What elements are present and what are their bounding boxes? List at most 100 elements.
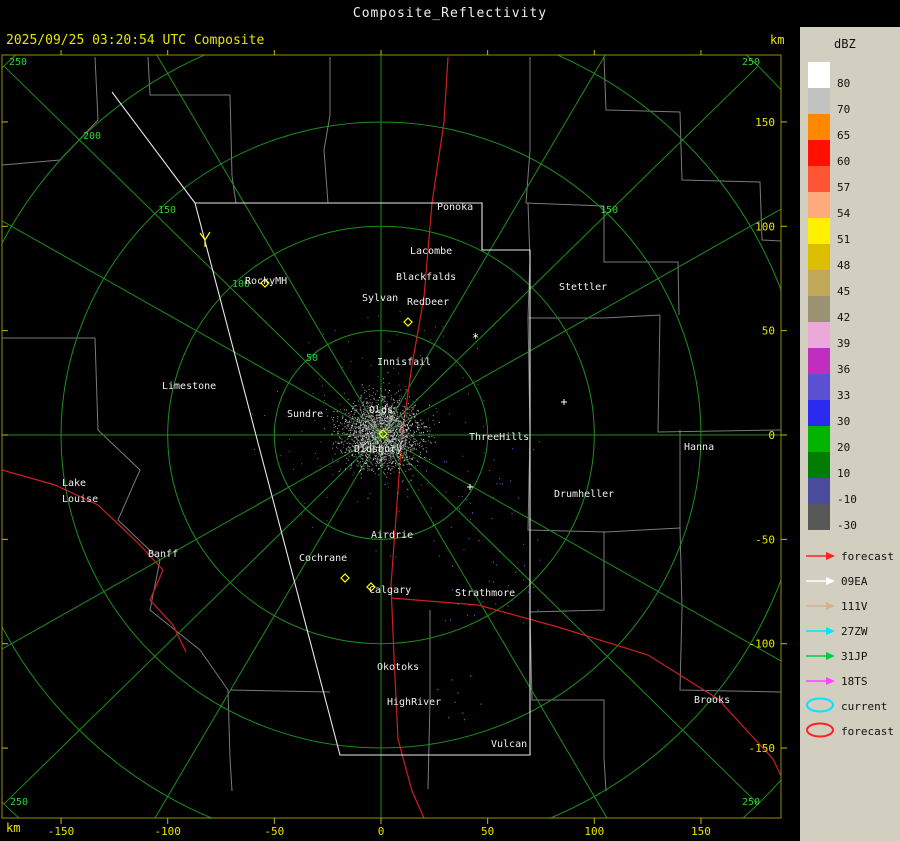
track-arrow-icon (804, 572, 838, 591)
dbz-swatch (808, 244, 830, 270)
ring-distance-label: 250 (742, 797, 760, 808)
dbz-swatch (808, 62, 830, 88)
city-label: Louise (62, 494, 98, 505)
city-label: HighRiver (387, 697, 441, 708)
track-ellipse: forecast (800, 719, 900, 744)
x-axis-label: 0 (378, 825, 385, 838)
azimuth-spoke (0, 174, 381, 435)
city-label: Vulcan (491, 739, 527, 750)
star-marker: * (472, 331, 479, 345)
ring-distance-label: 250 (9, 57, 27, 68)
city-label: Airdrie (371, 530, 413, 541)
dbz-scale-row: 39 (800, 322, 900, 348)
track-arrow-icon (804, 547, 838, 566)
dbz-value-label: 65 (837, 129, 850, 142)
dbz-swatch (808, 374, 830, 400)
track-ellipse-icon (804, 696, 838, 718)
track-arrow-label: 18TS (841, 675, 868, 688)
dbz-swatch (808, 88, 830, 114)
dbz-value-label: 48 (837, 259, 850, 272)
dbz-value-label: 57 (837, 181, 850, 194)
x-axis-label: -150 (48, 825, 75, 838)
y-axis-label: 150 (755, 116, 775, 129)
dbz-scale-row: 65 (800, 114, 900, 140)
track-arrow: 09EA (800, 569, 900, 594)
dbz-value-label: 54 (837, 207, 850, 220)
dbz-value-label: 80 (837, 77, 850, 90)
dbz-scale-row: 20 (800, 426, 900, 452)
dbz-scale-row: 33 (800, 374, 900, 400)
dbz-swatch (808, 504, 830, 530)
coverage-outline (112, 92, 195, 203)
dbz-scale-row: 30 (800, 400, 900, 426)
city-label: Ponoka (437, 202, 473, 213)
dbz-value-label: 30 (837, 415, 850, 428)
y-axis-label: -100 (749, 638, 776, 651)
dbz-swatch (808, 270, 830, 296)
dbz-scale-row: 10 (800, 452, 900, 478)
dbz-scale-row: 70 (800, 88, 900, 114)
dbz-swatch (808, 114, 830, 140)
dbz-swatch (808, 452, 830, 478)
dbz-value-label: 60 (837, 155, 850, 168)
city-label: Sundre (287, 409, 323, 420)
dbz-scale-row: 80 (800, 62, 900, 88)
city-label: Drumheller (554, 489, 614, 500)
x-axis-label: -100 (154, 825, 181, 838)
ring-distance-label: 150 (600, 205, 618, 216)
county-boundary (526, 57, 530, 203)
track-arrow-label: 09EA (841, 575, 868, 588)
dbz-swatch (808, 166, 830, 192)
x-axis-label: 150 (691, 825, 711, 838)
dbz-value-label: 51 (837, 233, 850, 246)
azimuth-spoke (4, 66, 381, 435)
city-label: RedDeer (407, 297, 449, 308)
map-layers: 50100150200250150250250250*PonokaLacombe… (0, 27, 800, 841)
city-label: Didsbury (354, 444, 402, 455)
dbz-value-label: 42 (837, 311, 850, 324)
dbz-scale-row: 51 (800, 218, 900, 244)
scale-title: dBZ (800, 27, 900, 54)
city-label: Stettler (559, 282, 607, 293)
radar-window: Composite_Reflectivity 50100150200250150… (0, 0, 900, 841)
y-axis-label: -50 (755, 533, 775, 546)
city-label: Lacombe (410, 246, 452, 257)
track-arrow-icon (804, 647, 838, 666)
dbz-scale-row: 54 (800, 192, 900, 218)
dbz-scale-row: 48 (800, 244, 900, 270)
city-label: Sylvan (362, 293, 398, 304)
county-boundary (526, 203, 679, 315)
highway-line (391, 598, 791, 797)
track-arrow-label: forecast (841, 550, 894, 563)
dbz-value-label: 10 (837, 467, 850, 480)
dbz-value-label: -10 (837, 493, 857, 506)
ring-distance-label: 50 (306, 353, 318, 364)
dbz-scale-row: 60 (800, 140, 900, 166)
city-label: Limestone (162, 381, 216, 392)
track-arrow-label: 111V (841, 600, 868, 613)
dbz-value-label: 70 (837, 103, 850, 116)
dbz-value-label: 33 (837, 389, 850, 402)
city-label: ThreeHills (469, 432, 529, 443)
track-arrow: 31JP (800, 644, 900, 669)
title-bar: Composite_Reflectivity (0, 0, 900, 27)
radar-map-region: 50100150200250150250250250*PonokaLacombe… (0, 27, 800, 841)
city-label: Olds (369, 405, 393, 416)
city-label: Innisfail (377, 357, 431, 368)
city-label: Calgary (369, 585, 411, 596)
city-label: Hanna (684, 442, 714, 453)
track-arrow: forecast (800, 544, 900, 569)
track-arrow-label: 27ZW (841, 625, 868, 638)
track-arrow-icon (804, 597, 838, 616)
plus-marker (561, 399, 567, 405)
content: 50100150200250150250250250*PonokaLacombe… (0, 27, 900, 841)
county-boundary (98, 430, 232, 791)
timestamp: 2025/09/25 03:20:54 UTC Composite (6, 33, 264, 48)
dbz-value-label: 45 (837, 285, 850, 298)
track-legend: forecast09EA111V27ZW31JP18TScurrentforec… (800, 544, 900, 744)
km-unit-top: km (770, 33, 784, 47)
dbz-swatch (808, 322, 830, 348)
radar-map[interactable]: 50100150200250150250250250*PonokaLacombe… (0, 27, 800, 841)
city-label: Lake (62, 478, 86, 489)
dbz-swatch (808, 348, 830, 374)
